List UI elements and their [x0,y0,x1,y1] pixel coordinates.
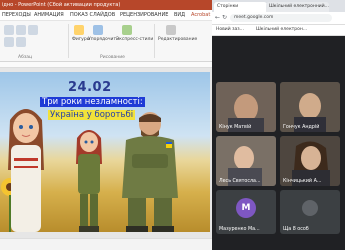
bookmark-item[interactable]: Шкільний електрон... [256,26,307,34]
meet-window: Сторінки Шкільний електронний... ← ↻ mee… [212,0,345,250]
address-bar: ← ↻ meet.google.com [212,12,345,25]
browser-tab-strip: Сторінки Шкільний електронний... [212,0,345,12]
participant-name: Лесь Святосла... [219,179,261,184]
find-icon[interactable] [166,25,176,35]
quick-styles-button[interactable]: Экспресс-стили [116,37,153,42]
slide-title-line1: Три роки незламності: [40,97,145,107]
back-arrow-icon[interactable]: ← [215,14,220,21]
bookmark-item[interactable]: Новий заз... [216,26,244,34]
participant-name: Кінчицький А... [283,179,322,184]
ribbon-tabs: ПЕРЕХОДЫ АНИМАЦИЯ ПОКАЗ СЛАЙДОВ РЕЦЕНЗИР… [0,10,212,21]
participant-name: Мазуренко Ма... [219,227,260,232]
url-field[interactable]: meet.google.com [230,14,332,22]
reload-icon[interactable]: ↻ [222,14,227,21]
browser-tab[interactable]: Сторінки [214,2,267,12]
title-bar: ідно - PowerPoint (Сбой активации продук… [0,0,212,10]
participant-tile[interactable]: Кінчицький А... [280,136,340,186]
participant-tile[interactable]: Ща 8 особ [280,190,340,234]
participant-avatar: М [236,198,256,218]
participant-tile[interactable]: М Мазуренко Ма... [216,190,276,234]
tab-transitions[interactable]: ПЕРЕХОДЫ [2,10,31,20]
group-paragraph-caption: Абзац [18,55,33,60]
tab-acrobat[interactable]: Acrobat [191,10,210,20]
others-avatar-icon [302,200,318,216]
tab-review[interactable]: РЕЦЕНЗИРОВАНИЕ [120,10,168,20]
slide-date: 24.02 [68,80,112,95]
text-direction-icon[interactable] [16,37,26,47]
soldier-figure-image [122,112,178,232]
browser-tab[interactable]: Шкільний електронний... [266,2,329,12]
participant-name: Кінук Матвій [219,125,252,130]
tab-slideshow[interactable]: ПОКАЗ СЛАЙДОВ [70,10,115,20]
ribbon: Абзац Фигуры Упорядочить Экспресс-стили … [0,21,212,62]
arrange-button[interactable]: Упорядочить [88,37,119,42]
participant-tile[interactable]: Кінук Матвій [216,82,276,132]
slide-title-line2: Україна у боротьбі [48,110,136,120]
small-girl-figure-image [76,130,102,232]
align-center-icon[interactable] [16,25,26,35]
arrange-icon[interactable] [93,25,103,35]
editing-button[interactable]: Редактирование [158,37,197,42]
shapes-icon[interactable] [74,25,84,35]
align-left-icon[interactable] [4,25,14,35]
group-drawing-caption: Рисование [100,55,125,60]
tab-view[interactable]: ВИД [174,10,185,20]
bookmarks-bar: Новий заз... Шкільний електрон... [212,25,345,36]
status-bar [0,238,212,250]
group-separator [154,24,155,58]
girl-figure-image [8,109,44,232]
indent-icon[interactable] [4,37,14,47]
quick-styles-icon[interactable] [122,25,132,35]
powerpoint-window: ідно - PowerPoint (Сбой активации продук… [0,0,212,250]
ruler [0,62,212,68]
participant-tile[interactable]: Гончук Андрій [280,82,340,132]
participant-name: Гончук Андрій [283,125,320,130]
participant-name: Ща 8 особ [283,227,309,232]
tab-animation[interactable]: АНИМАЦИЯ [34,10,64,20]
group-separator [68,24,69,58]
participant-tile[interactable]: Лесь Святосла... [216,136,276,186]
list-icon[interactable] [28,25,38,35]
window-title: ідно - PowerPoint (Сбой активации продук… [2,2,121,8]
slide-canvas[interactable]: 24.02 Три роки незламності: Україна у бо… [0,72,210,232]
